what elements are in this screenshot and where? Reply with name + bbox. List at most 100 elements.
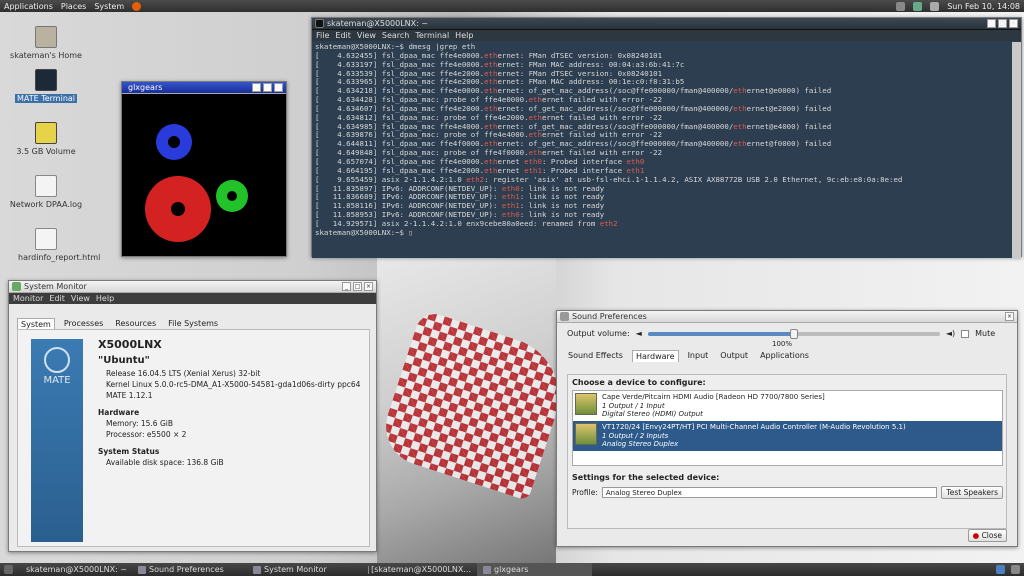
close-button[interactable]: × bbox=[1009, 19, 1018, 28]
menu-view[interactable]: View bbox=[71, 294, 90, 303]
gears-canvas bbox=[145, 124, 248, 242]
close-button[interactable]: × bbox=[274, 83, 283, 92]
mate-version: MATE 1.12.1 bbox=[106, 391, 153, 400]
mate-logo: MATE bbox=[31, 339, 83, 542]
close-button[interactable]: × bbox=[364, 282, 373, 291]
settings-label: Settings for the selected device: bbox=[572, 473, 720, 482]
show-desktop-icon[interactable] bbox=[4, 565, 13, 574]
minimize-button[interactable]: _ bbox=[342, 282, 351, 291]
maximize-button[interactable]: □ bbox=[263, 83, 272, 92]
menu-terminal[interactable]: Terminal bbox=[415, 31, 449, 40]
profile-value: Analog Stereo Duplex bbox=[605, 489, 682, 497]
glxgears-window[interactable]: glxgears _ □ × bbox=[121, 81, 287, 257]
sound-preferences-window[interactable]: Sound Preferences × Output volume: ◄ ◄) … bbox=[556, 310, 1018, 547]
menu-help[interactable]: Help bbox=[96, 294, 114, 303]
green-gear bbox=[216, 180, 248, 212]
minimize-button[interactable]: _ bbox=[252, 83, 261, 92]
tab-output[interactable]: Output bbox=[717, 350, 751, 362]
system-monitor-titlebar[interactable]: System Monitor _ □ × bbox=[9, 281, 376, 293]
taskbar-item-glxgears[interactable]: glxgears bbox=[477, 563, 592, 576]
system-monitor-title: System Monitor bbox=[24, 282, 87, 291]
maximize-button[interactable]: □ bbox=[353, 282, 362, 291]
system-monitor-icon bbox=[12, 282, 21, 291]
profile-select[interactable]: Analog Stereo Duplex bbox=[601, 487, 938, 498]
kernel-info: Kernel Linux 5.0.0-rc5-DMA_A1-X5000-5458… bbox=[106, 380, 361, 389]
desktop-icon-volume[interactable]: 3.5 GB Volume bbox=[6, 122, 86, 156]
device-profile: Analog Stereo Duplex bbox=[602, 440, 679, 448]
drive-icon bbox=[35, 122, 57, 144]
mute-checkbox[interactable] bbox=[961, 329, 970, 338]
mate-logo-icon bbox=[44, 347, 70, 373]
taskbar-item-system-monitor[interactable]: System Monitor bbox=[247, 563, 362, 576]
close-dialog-button[interactable]: ● Close bbox=[967, 529, 1007, 542]
output-volume-slider[interactable] bbox=[647, 328, 940, 339]
memory-info: Memory: 15.6 GiB bbox=[106, 419, 173, 428]
menu-help[interactable]: Help bbox=[455, 31, 473, 40]
desktop-icon-log[interactable]: Network DPAA.log bbox=[6, 175, 86, 209]
sound-card-icon bbox=[575, 393, 597, 415]
keyboard-icon[interactable] bbox=[913, 1, 923, 11]
terminal-line: [ 14.929571] asix 2-1.1.4.2:1.0 enx9cebe… bbox=[315, 218, 618, 228]
menu-monitor[interactable]: Monitor bbox=[13, 294, 43, 303]
menu-places[interactable]: Places bbox=[61, 2, 86, 11]
desktop-icon-report[interactable]: hardinfo_report.html bbox=[6, 228, 100, 262]
firefox-icon[interactable] bbox=[132, 1, 142, 11]
taskbar-item-terminal-2[interactable]: [skateman@X5000LNX... bbox=[362, 563, 477, 576]
volume-slider-knob[interactable] bbox=[789, 328, 798, 339]
device-name: VT1720/24 [Envy24PT/HT] PCI Multi-Channe… bbox=[602, 423, 906, 431]
blue-gear bbox=[156, 124, 192, 160]
terminal-scrollbar[interactable] bbox=[1012, 42, 1021, 258]
disk-space-info: Available disk space: 136.8 GiB bbox=[106, 458, 224, 467]
device-profile: Digital Stereo (HDMI) Output bbox=[602, 410, 703, 418]
menu-applications[interactable]: Applications bbox=[4, 2, 53, 11]
device-item[interactable]: Cape Verde/Pitcairn HDMI Audio [Radeon H… bbox=[573, 391, 1002, 421]
volume-slider-fill bbox=[647, 331, 794, 336]
tab-input[interactable]: Input bbox=[685, 350, 712, 362]
system-monitor-menubar: Monitor Edit View Help bbox=[9, 293, 376, 304]
test-speakers-button[interactable]: Test Speakers bbox=[941, 486, 1003, 499]
terminal-title: skateman@X5000LNX: ~ bbox=[327, 19, 429, 28]
maximize-button[interactable]: □ bbox=[998, 19, 1007, 28]
tab-applications[interactable]: Applications bbox=[757, 350, 812, 362]
home-folder-icon bbox=[35, 26, 57, 48]
menu-system[interactable]: System bbox=[94, 2, 124, 11]
terminal-output[interactable]: skateman@X5000LNX:~$ dmesg |grep eth[ 4.… bbox=[312, 41, 1021, 258]
device-list: Cape Verde/Pitcairn HDMI Audio [Radeon H… bbox=[572, 390, 1003, 466]
minimize-button[interactable]: _ bbox=[987, 19, 996, 28]
taskbar-item-sound-preferences[interactable]: Sound Preferences bbox=[132, 563, 247, 576]
clock[interactable]: Sun Feb 10, 14:08 bbox=[947, 2, 1020, 11]
distro-name: "Ubuntu" bbox=[98, 355, 150, 366]
menu-file[interactable]: File bbox=[316, 31, 329, 40]
text-file-icon bbox=[35, 175, 57, 197]
terminal-icon bbox=[35, 69, 57, 91]
mute-label: Mute bbox=[975, 329, 996, 338]
taskbar-item-terminal[interactable]: skateman@X5000LNX: ~ bbox=[17, 563, 132, 576]
terminal-window[interactable]: skateman@X5000LNX: ~ _ □ × File Edit Vie… bbox=[311, 17, 1022, 258]
html-file-icon bbox=[35, 228, 57, 250]
workspace-switcher-icon[interactable] bbox=[996, 565, 1005, 574]
speaker-icon bbox=[560, 312, 569, 321]
device-item-selected[interactable]: VT1720/24 [Envy24PT/HT] PCI Multi-Channe… bbox=[573, 421, 1002, 451]
menu-edit[interactable]: Edit bbox=[335, 31, 351, 40]
menu-edit[interactable]: Edit bbox=[49, 294, 65, 303]
terminal-titlebar[interactable]: skateman@X5000LNX: ~ _ □ × bbox=[312, 18, 1021, 30]
desktop-icon-terminal[interactable]: MATE Terminal bbox=[6, 69, 86, 103]
sound-preferences-titlebar[interactable]: Sound Preferences × bbox=[557, 311, 1017, 323]
sound-tabs: Sound Effects Hardware Input Output Appl… bbox=[557, 348, 1017, 364]
menu-search[interactable]: Search bbox=[382, 31, 409, 40]
profile-label: Profile: bbox=[572, 488, 598, 497]
close-button[interactable]: × bbox=[1005, 312, 1014, 321]
system-monitor-window[interactable]: System Monitor _ □ × Monitor Edit View H… bbox=[8, 280, 377, 552]
network-icon[interactable] bbox=[896, 1, 906, 11]
desktop-icon-home[interactable]: skateman's Home bbox=[6, 26, 86, 60]
mate-logo-text: MATE bbox=[43, 375, 71, 386]
glxgears-titlebar[interactable]: glxgears _ □ × bbox=[122, 82, 286, 94]
volume-icon[interactable] bbox=[930, 1, 940, 11]
release-info: Release 16.04.5 LTS (Xenial Xerus) 32-bi… bbox=[106, 369, 261, 378]
menu-view[interactable]: View bbox=[357, 31, 376, 40]
tab-sound-effects[interactable]: Sound Effects bbox=[565, 350, 626, 362]
sound-card-icon bbox=[575, 423, 597, 445]
trash-icon[interactable] bbox=[1011, 565, 1020, 574]
tab-hardware[interactable]: Hardware bbox=[631, 350, 679, 362]
device-io: 1 Output / 2 Inputs bbox=[602, 431, 669, 440]
